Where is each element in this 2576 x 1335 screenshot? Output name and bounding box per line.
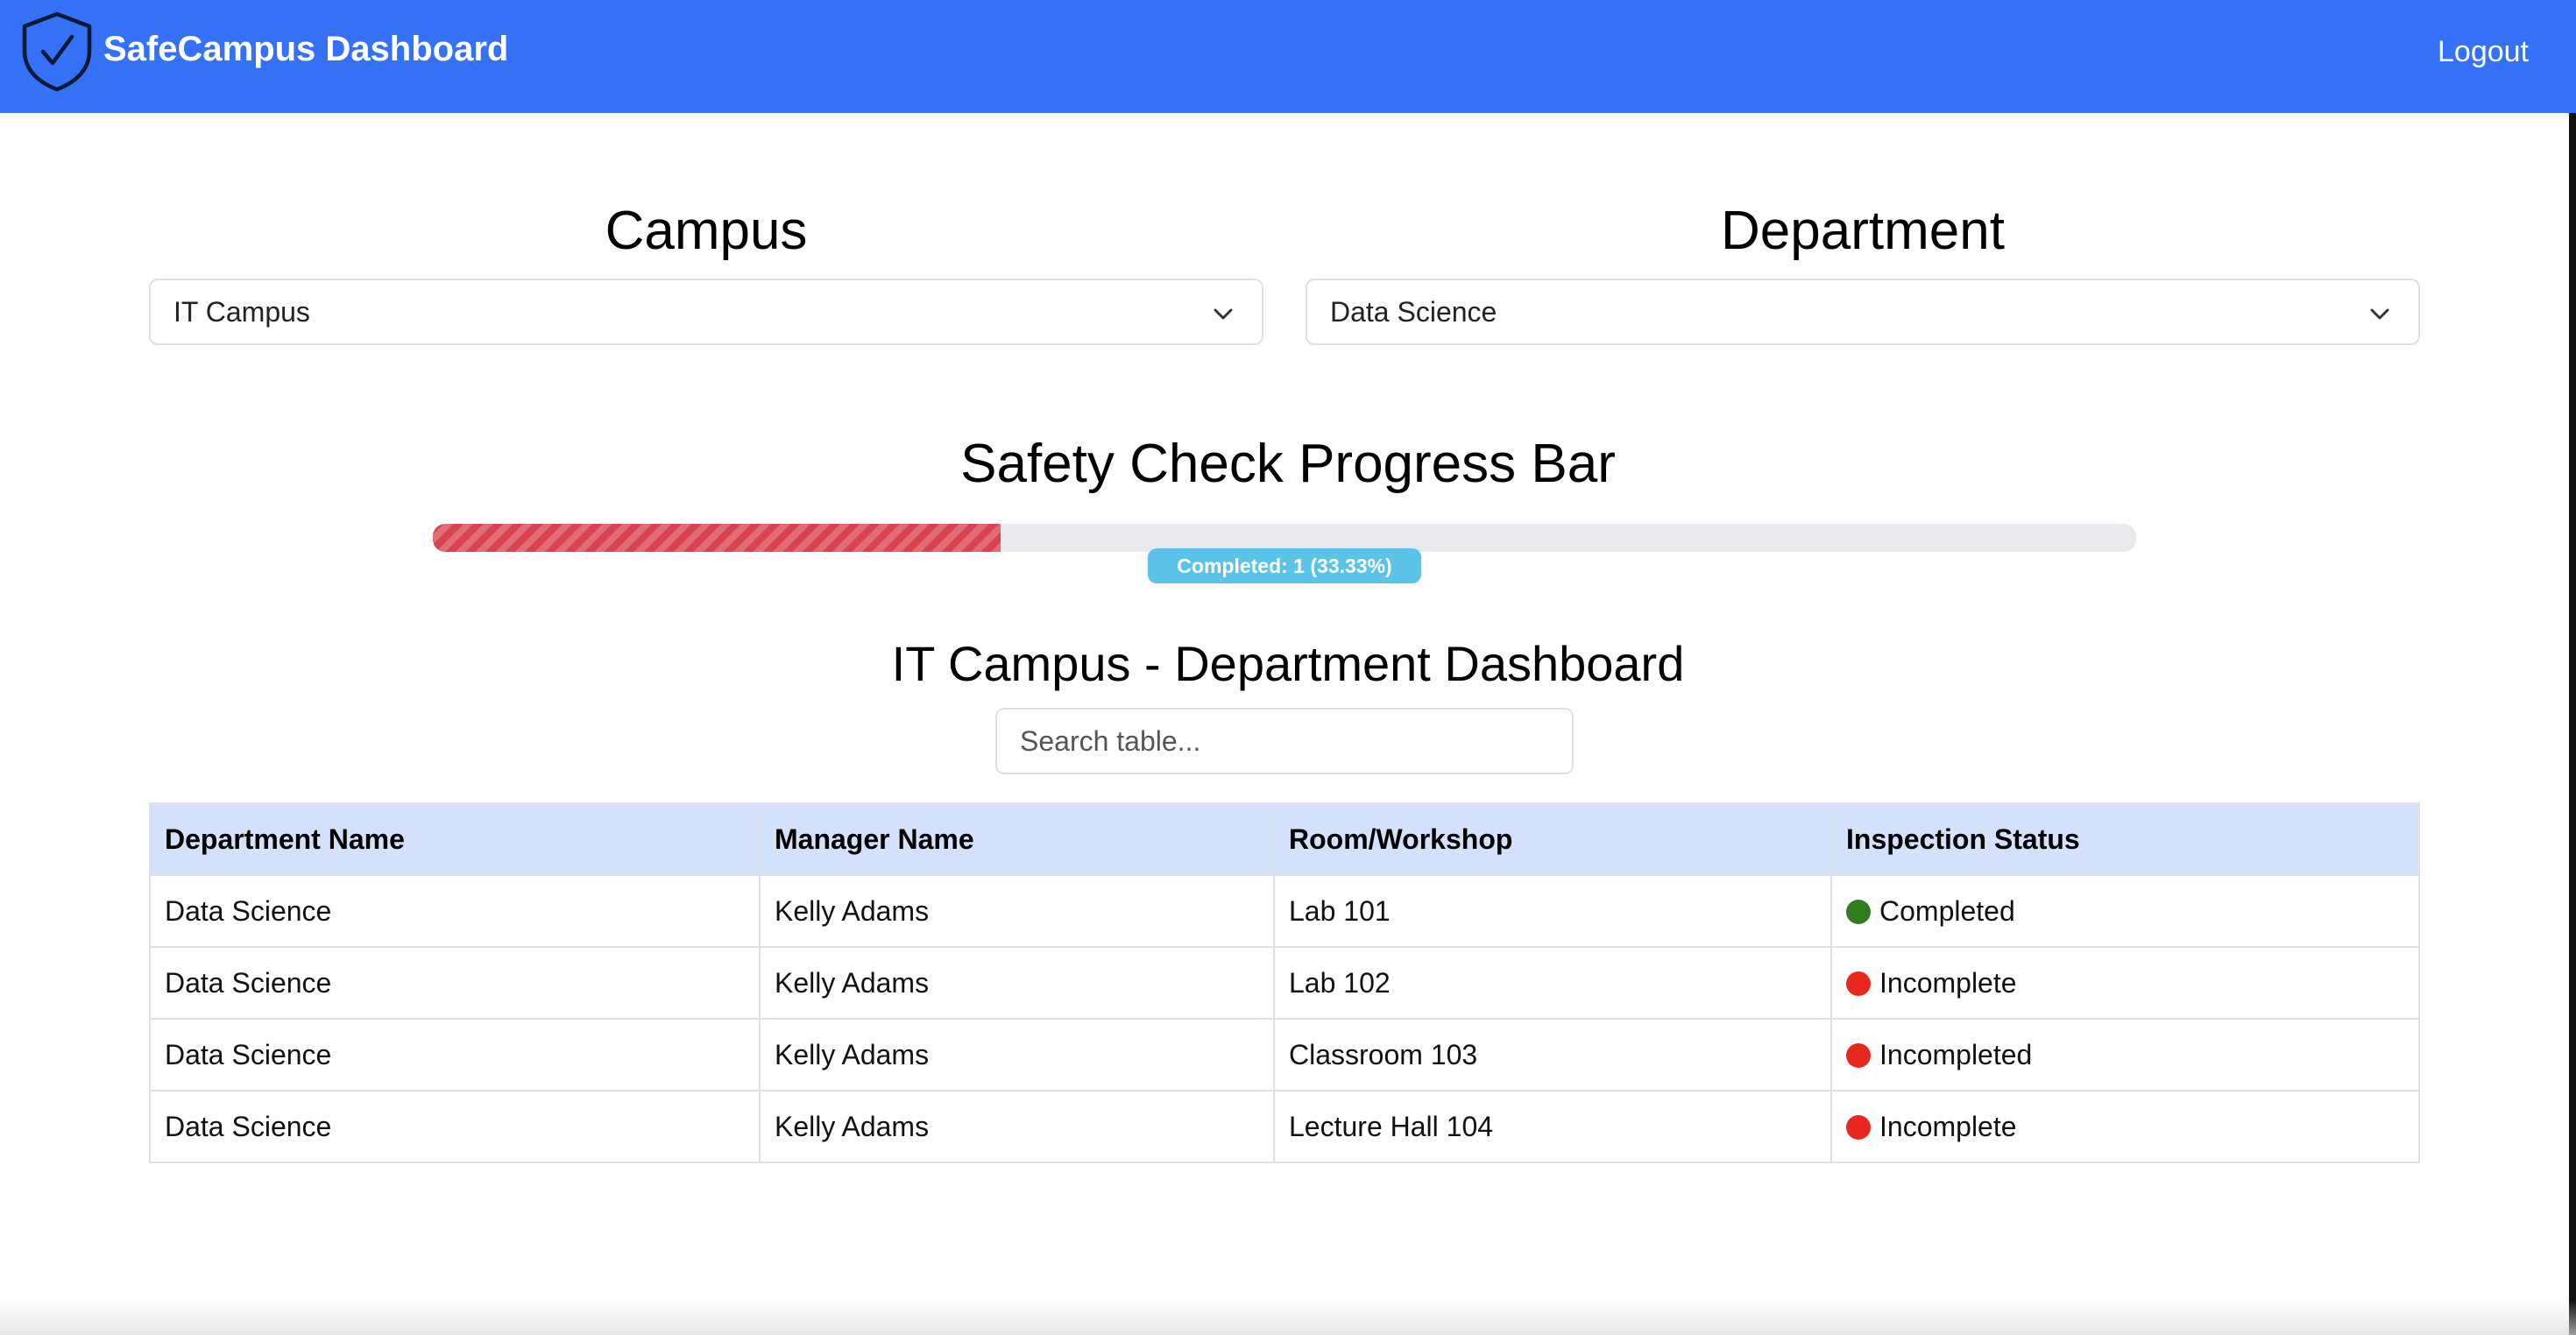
column-header-manager[interactable]: Manager Name — [759, 802, 1275, 876]
status-label: Incomplete — [1879, 1110, 2017, 1142]
window-edge — [2569, 113, 2576, 1335]
room-cell: Lecture Hall 104 — [1273, 1090, 1832, 1163]
department-select[interactable]: Data Science — [1306, 279, 2420, 345]
status-dot-icon — [1846, 1114, 1871, 1140]
campus-filter: Campus IT Campus — [149, 194, 1263, 345]
inspection-table: Department Name Manager Name Room/Worksh… — [149, 802, 2420, 1163]
status-cell: Incompleted — [1830, 1018, 2420, 1091]
table-row[interactable]: Data Science Kelly Adams Lecture Hall 10… — [149, 1090, 2420, 1163]
campus-heading: Campus — [605, 201, 808, 261]
bottom-shadow — [0, 1300, 2576, 1335]
chevron-down-icon — [2370, 308, 2389, 320]
manager-cell: Kelly Adams — [759, 1090, 1275, 1163]
progress-title: Safety Check Progress Bar — [960, 434, 1616, 494]
table-row[interactable]: Data Science Kelly Adams Lab 102 Incompl… — [149, 946, 2420, 1020]
column-header-status[interactable]: Inspection Status — [1830, 802, 2420, 876]
department-cell: Data Science — [149, 874, 761, 948]
status-label: Incompleted — [1879, 1038, 2033, 1070]
status-dot-icon — [1846, 971, 1871, 996]
shield-check-icon — [22, 11, 92, 92]
campus-select-value: IT Campus — [173, 295, 310, 328]
status-dot-icon — [1846, 1042, 1871, 1068]
logout-link[interactable]: Logout — [2438, 32, 2529, 72]
status-cell: Completed — [1830, 874, 2420, 948]
column-header-room[interactable]: Room/Workshop — [1273, 802, 1832, 876]
table-row[interactable]: Data Science Kelly Adams Classroom 103 I… — [149, 1018, 2420, 1091]
table-row[interactable]: Data Science Kelly Adams Lab 101 Complet… — [149, 874, 2420, 948]
department-filter: Department Data Science — [1306, 194, 2420, 345]
status-cell: Incomplete — [1830, 946, 2420, 1020]
department-heading: Department — [1721, 201, 2005, 261]
manager-cell: Kelly Adams — [759, 874, 1275, 948]
progress-fill — [433, 524, 1001, 552]
navbar: SafeCampus Dashboard Logout — [0, 0, 2576, 113]
department-select-value: Data Science — [1330, 295, 1497, 328]
department-cell: Data Science — [149, 1090, 761, 1163]
status-label: Incomplete — [1879, 966, 2017, 999]
manager-cell: Kelly Adams — [759, 946, 1275, 1020]
manager-cell: Kelly Adams — [759, 1018, 1275, 1091]
room-cell: Lab 102 — [1273, 946, 1832, 1020]
campus-select[interactable]: IT Campus — [149, 279, 1263, 345]
status-cell: Incomplete — [1830, 1090, 2420, 1163]
room-cell: Lab 101 — [1273, 874, 1832, 948]
status-dot-icon — [1846, 899, 1871, 924]
dashboard-title: IT Campus - Department Dashboard — [891, 636, 1685, 691]
status-label: Completed — [1879, 894, 2015, 927]
chevron-down-icon — [1214, 308, 1233, 320]
column-header-department[interactable]: Department Name — [149, 802, 761, 876]
department-cell: Data Science — [149, 946, 761, 1020]
app-title[interactable]: SafeCampus Dashboard — [103, 26, 508, 72]
table-header-row: Department Name Manager Name Room/Worksh… — [149, 802, 2420, 876]
search-input[interactable] — [995, 708, 1574, 774]
room-cell: Classroom 103 — [1273, 1018, 1832, 1091]
progress-badge: Completed: 1 (33.33%) — [1148, 548, 1421, 583]
department-cell: Data Science — [149, 1018, 761, 1091]
